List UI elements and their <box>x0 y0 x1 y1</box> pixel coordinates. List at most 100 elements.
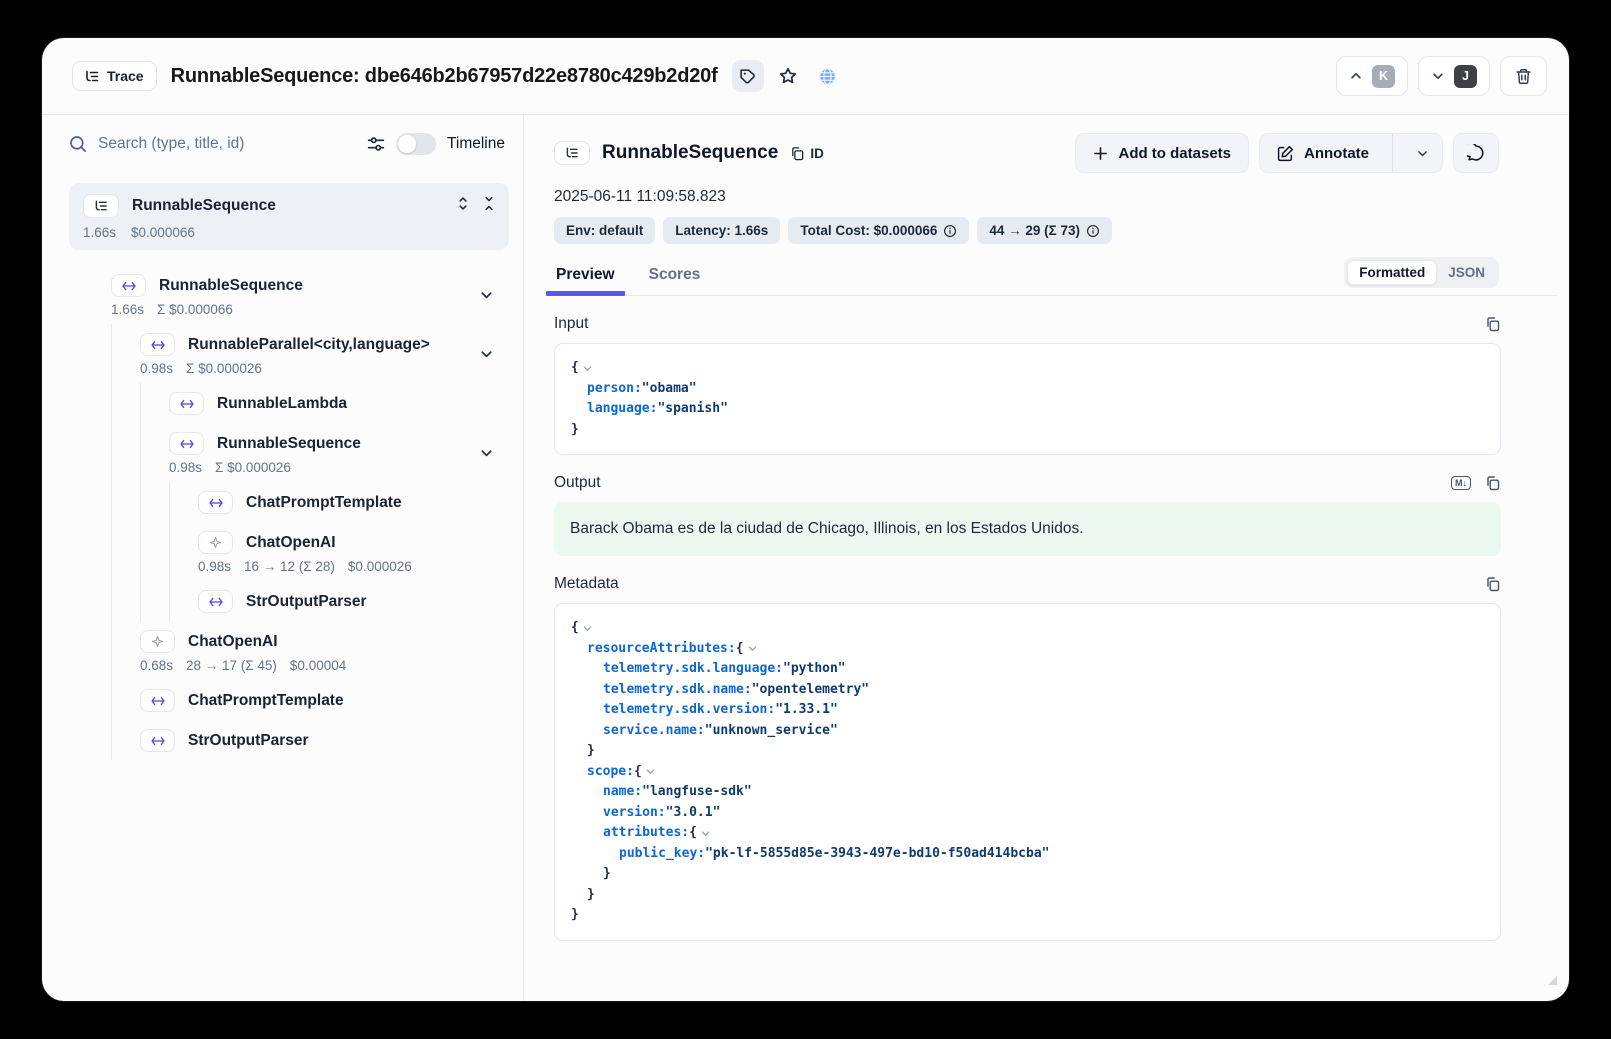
metadata-section-title: Metadata <box>554 575 619 593</box>
tree-item-metrics: 1.66sΣ $0.000066 <box>111 302 499 317</box>
copy-input-icon[interactable] <box>1485 316 1501 332</box>
tree-item-label: RunnableSequence <box>217 435 361 453</box>
tree-item-chatopenai[interactable]: ChatOpenAI 0.68s28 → 17 (Σ 45)$0.00004 <box>42 621 523 680</box>
collapse-caret-icon[interactable] <box>582 623 593 634</box>
copy-output-icon[interactable] <box>1485 475 1501 491</box>
indent-guide <box>140 383 169 423</box>
markdown-icon[interactable]: M↓ <box>1451 476 1471 490</box>
metadata-json: {resourceAttributes: {telemetry.sdk.lang… <box>554 603 1501 941</box>
trace-duration: 1.66s <box>83 225 116 240</box>
code-line: { <box>571 358 1484 379</box>
copy-metadata-icon[interactable] <box>1485 576 1501 592</box>
span-icon <box>198 590 233 613</box>
code-line: name: "langfuse-sdk" <box>571 782 1484 803</box>
trace-root-label: RunnableSequence <box>132 197 276 215</box>
tree-item-runnablesequence[interactable]: RunnableSequence1.66sΣ $0.000066 <box>42 265 523 324</box>
collapse-caret-icon[interactable] <box>645 766 656 777</box>
trace-timestamp: 2025-06-11 11:09:58.823 <box>554 188 1557 206</box>
indent-guide <box>111 383 140 423</box>
code-line: } <box>571 741 1484 762</box>
code-line: attributes: { <box>571 823 1484 844</box>
preview-tabs: Preview Scores FormattedJSON <box>554 257 1557 296</box>
next-trace-button[interactable]: J <box>1418 56 1490 96</box>
tree-item-label: StrOutputParser <box>188 732 309 750</box>
collapse-caret-icon[interactable] <box>747 643 758 654</box>
input-section: Input {person: "obama"language: "spanish… <box>554 315 1501 455</box>
collapse-caret-icon[interactable] <box>582 363 593 374</box>
previous-trace-button[interactable]: K <box>1336 56 1408 96</box>
code-line: } <box>571 420 1484 441</box>
metric-badge: Env: default <box>554 217 655 244</box>
tree-item-chatprompttemplate[interactable]: ChatPromptTemplate <box>42 482 523 522</box>
tag-icon[interactable] <box>732 60 764 92</box>
trace-root-card[interactable]: RunnableSequence 1.66s $0.000066 <box>69 183 509 250</box>
tree-item-metrics: 0.98sΣ $0.000026 <box>169 460 499 475</box>
code-line: resourceAttributes: { <box>571 639 1484 660</box>
format-toggle: FormattedJSON <box>1344 257 1499 288</box>
chevron-down-icon[interactable] <box>479 287 494 302</box>
plus-icon <box>1093 146 1108 161</box>
indent-guide <box>140 423 169 482</box>
chevron-down-icon[interactable] <box>479 445 494 460</box>
format-option-formatted[interactable]: Formatted <box>1347 260 1437 285</box>
star-icon[interactable] <box>772 60 804 92</box>
indent-guide <box>169 482 198 522</box>
expand-all-icon[interactable] <box>456 196 470 211</box>
tree-item-chatprompttemplate[interactable]: ChatPromptTemplate <box>42 680 523 720</box>
tree-item-stroutputparser[interactable]: StrOutputParser <box>42 720 523 760</box>
generation-icon <box>198 531 233 554</box>
resize-handle[interactable] <box>1548 976 1557 985</box>
tree-item-chatopenai[interactable]: ChatOpenAI0.98s16 → 12 (Σ 28)$0.000026 <box>42 522 523 581</box>
tabs-container: Preview Scores <box>554 257 702 295</box>
chevron-up-icon <box>1349 69 1363 83</box>
code-line: version: "3.0.1" <box>571 803 1484 824</box>
input-section-title: Input <box>554 315 588 333</box>
code-line: person: "obama" <box>571 379 1484 400</box>
globe-icon[interactable] <box>812 60 844 92</box>
tab-preview[interactable]: Preview <box>554 257 617 295</box>
sidebar-search-row: Timeline <box>42 115 523 173</box>
chevron-down-icon <box>1431 69 1445 83</box>
observation-content: Input {person: "obama"language: "spanish… <box>554 296 1557 1001</box>
tree-item-label: ChatPromptTemplate <box>246 494 402 512</box>
tree-item-label: ChatOpenAI <box>188 633 278 651</box>
delete-trace-button[interactable] <box>1500 56 1547 96</box>
span-icon <box>169 392 204 415</box>
list-tree-icon <box>85 70 99 83</box>
copy-id-button[interactable]: ID <box>790 146 824 161</box>
tab-scores[interactable]: Scores <box>647 257 703 295</box>
indent-guide <box>111 522 140 581</box>
indent-guide <box>140 482 169 522</box>
tree-item-metrics: 0.68s28 → 17 (Σ 45)$0.00004 <box>140 658 499 673</box>
tree-item-stroutputparser[interactable]: StrOutputParser <box>42 581 523 621</box>
output-section: Output M↓ Barack Obama es de la ciudad d… <box>554 474 1501 556</box>
tree-item-runnablesequence[interactable]: RunnableSequence 0.98sΣ $0.000026 <box>42 423 523 482</box>
indent-guide <box>169 581 198 621</box>
span-icon <box>140 729 175 752</box>
filter-sliders-icon[interactable] <box>367 135 385 153</box>
collapse-caret-icon[interactable] <box>700 828 711 839</box>
timeline-toggle[interactable] <box>396 133 436 155</box>
tree-item-label: RunnableParallel<city,language> <box>188 336 430 354</box>
tree-item-runnableparallel-city-language-[interactable]: RunnableParallel<city,language>0.98sΣ $0… <box>42 324 523 383</box>
format-option-json[interactable]: JSON <box>1437 261 1496 284</box>
collapse-all-icon[interactable] <box>482 196 496 211</box>
chevron-down-icon[interactable] <box>479 346 494 361</box>
pencil-square-icon <box>1277 145 1294 162</box>
add-to-datasets-button[interactable]: Add to datasets <box>1075 133 1249 173</box>
header-nav-buttons: K J <box>1336 56 1547 96</box>
trace-tree: RunnableSequence1.66sΣ $0.000066Runnable… <box>42 254 523 1001</box>
info-icon[interactable] <box>943 224 957 238</box>
output-section-title: Output <box>554 474 601 492</box>
info-icon[interactable] <box>1086 224 1100 238</box>
annotate-dropdown-chevron[interactable] <box>1403 147 1442 160</box>
tree-item-runnablelambda[interactable]: RunnableLambda <box>42 383 523 423</box>
search-input[interactable] <box>98 135 356 153</box>
annotate-button[interactable]: Annotate <box>1259 133 1443 173</box>
comments-button[interactable] <box>1453 133 1499 173</box>
span-icon <box>140 333 175 356</box>
observation-title: RunnableSequence <box>602 142 778 164</box>
timeline-toggle-label: Timeline <box>447 135 505 153</box>
code-line: public_key: "pk-lf-5855d85e-3943-497e-bd… <box>571 844 1484 865</box>
span-icon <box>198 491 233 514</box>
